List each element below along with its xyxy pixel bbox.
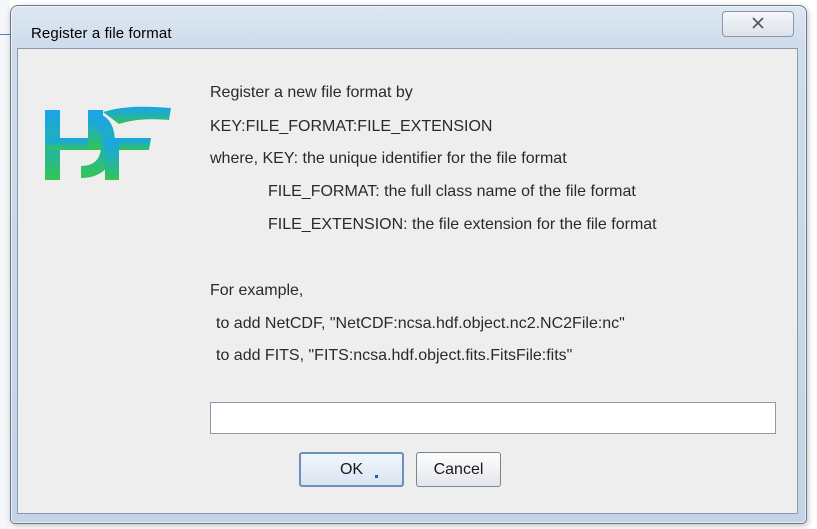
message-line-2: KEY:FILE_FORMAT:FILE_EXTENSION <box>210 118 493 135</box>
message-line-7: to add NetCDF, "NetCDF:ncsa.hdf.object.n… <box>216 315 625 332</box>
dialog-titlebar[interactable]: Register a file format <box>11 6 806 50</box>
ok-button[interactable]: OK <box>299 452 404 487</box>
focus-indicator <box>375 475 378 478</box>
background-page-strip <box>0 0 10 529</box>
close-icon <box>751 16 765 32</box>
hdf-logo-icon <box>43 102 173 182</box>
message-line-3: where, KEY: the unique identifier for th… <box>210 150 567 167</box>
cancel-button[interactable]: Cancel <box>416 452 501 487</box>
message-line-6: For example, <box>210 282 304 299</box>
file-format-input[interactable] <box>210 402 776 434</box>
message-line-5: FILE_EXTENSION: the file extension for t… <box>268 216 657 233</box>
message-line-8: to add FITS, "FITS:ncsa.hdf.object.fits.… <box>216 347 573 364</box>
message-line-4: FILE_FORMAT: the full class name of the … <box>268 183 636 200</box>
message-line-1: Register a new file format by <box>210 84 413 101</box>
close-button[interactable] <box>722 11 794 37</box>
dialog-title: Register a file format <box>31 25 172 42</box>
background-page-line <box>0 34 10 35</box>
